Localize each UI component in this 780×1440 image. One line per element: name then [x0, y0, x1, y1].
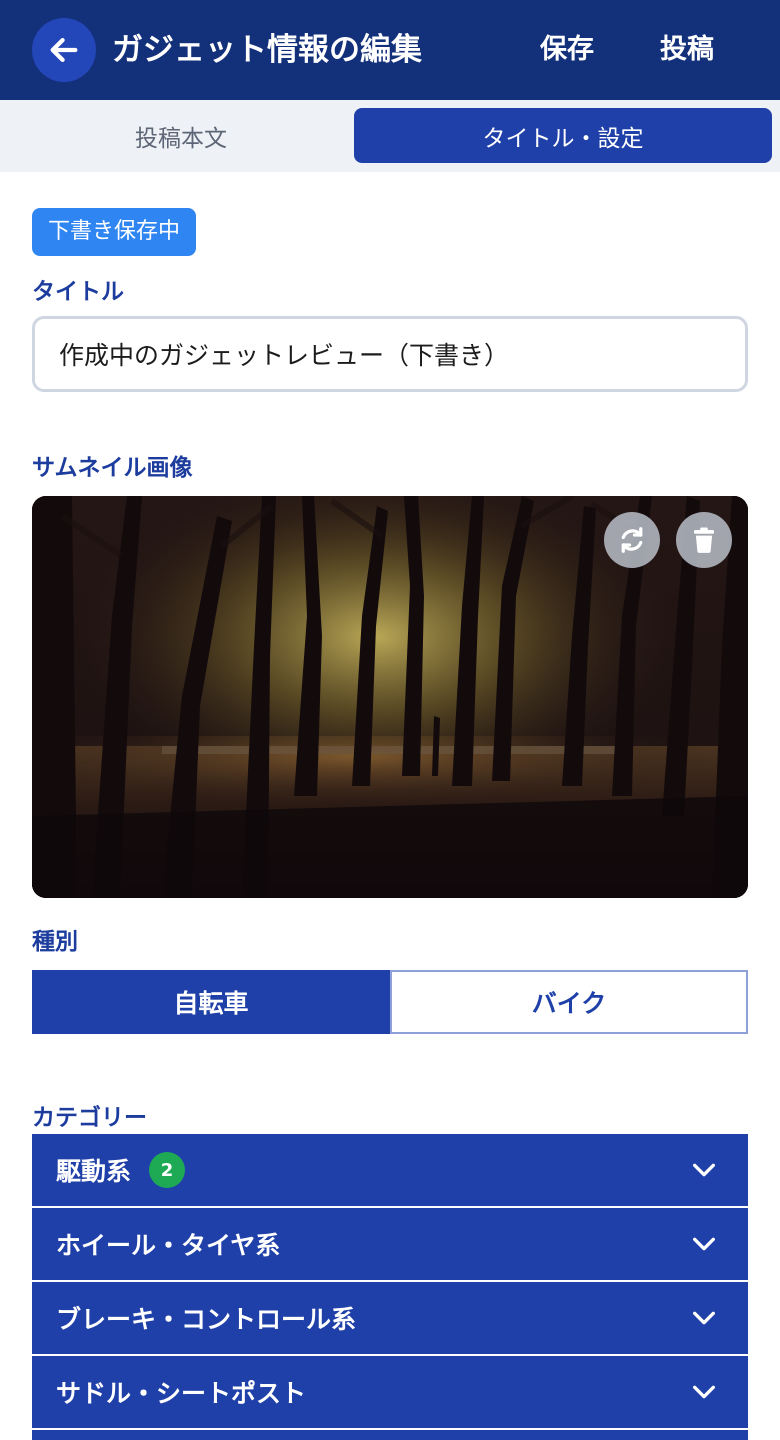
category-item-brake-control[interactable]: ブレーキ・コントロール系	[32, 1282, 748, 1354]
save-button[interactable]: 保存	[540, 28, 594, 72]
chevron-down-icon	[693, 1385, 715, 1399]
type-option-motorbike[interactable]: バイク	[390, 970, 748, 1034]
page-title: ガジェット情報の編集	[112, 32, 422, 68]
thumbnail-label: サムネイル画像	[32, 455, 193, 481]
refresh-thumbnail-button[interactable]	[604, 512, 660, 568]
back-button[interactable]	[32, 18, 96, 82]
category-item-label: ブレーキ・コントロール系	[56, 1305, 357, 1334]
thumbnail-image[interactable]	[32, 496, 748, 898]
title-input[interactable]	[32, 316, 748, 392]
post-button[interactable]: 投稿	[660, 28, 714, 72]
arrow-left-icon	[50, 37, 78, 63]
category-accordion: 駆動系 2 ホイール・タイヤ系 ブレーキ・コントロール系 サドル・シートポスト	[32, 1134, 748, 1440]
tab-post-body[interactable]: 投稿本文	[8, 108, 354, 163]
app-header: ガジェット情報の編集 保存 投稿	[0, 0, 780, 100]
tab-bar: 投稿本文 タイトル・設定	[0, 100, 780, 172]
category-item-partial[interactable]	[32, 1430, 748, 1440]
trash-icon	[694, 527, 714, 553]
type-label: 種別	[32, 929, 78, 955]
chevron-down-icon	[693, 1237, 715, 1251]
chevron-down-icon	[693, 1163, 715, 1177]
type-option-bicycle[interactable]: 自転車	[32, 970, 390, 1034]
category-item-wheel-tire[interactable]: ホイール・タイヤ系	[32, 1208, 748, 1280]
category-item-label: ホイール・タイヤ系	[56, 1231, 281, 1260]
app-root: ガジェット情報の編集 保存 投稿 投稿本文 タイトル・設定 下書き保存中 タイト…	[0, 0, 780, 1440]
category-item-saddle-seatpost[interactable]: サドル・シートポスト	[32, 1356, 748, 1428]
category-item-label: サドル・シートポスト	[56, 1379, 307, 1408]
tab-title-settings[interactable]: タイトル・設定	[354, 108, 772, 163]
chevron-down-icon	[693, 1311, 715, 1325]
count-badge: 2	[149, 1152, 186, 1188]
title-label: タイトル	[32, 279, 124, 305]
category-label: カテゴリー	[32, 1105, 147, 1131]
delete-thumbnail-button[interactable]	[676, 512, 732, 568]
status-badge: 下書き保存中	[32, 208, 197, 256]
category-item-drivetrain[interactable]: 駆動系 2	[32, 1134, 748, 1206]
category-item-label: 駆動系	[56, 1157, 132, 1186]
refresh-icon	[621, 527, 643, 553]
